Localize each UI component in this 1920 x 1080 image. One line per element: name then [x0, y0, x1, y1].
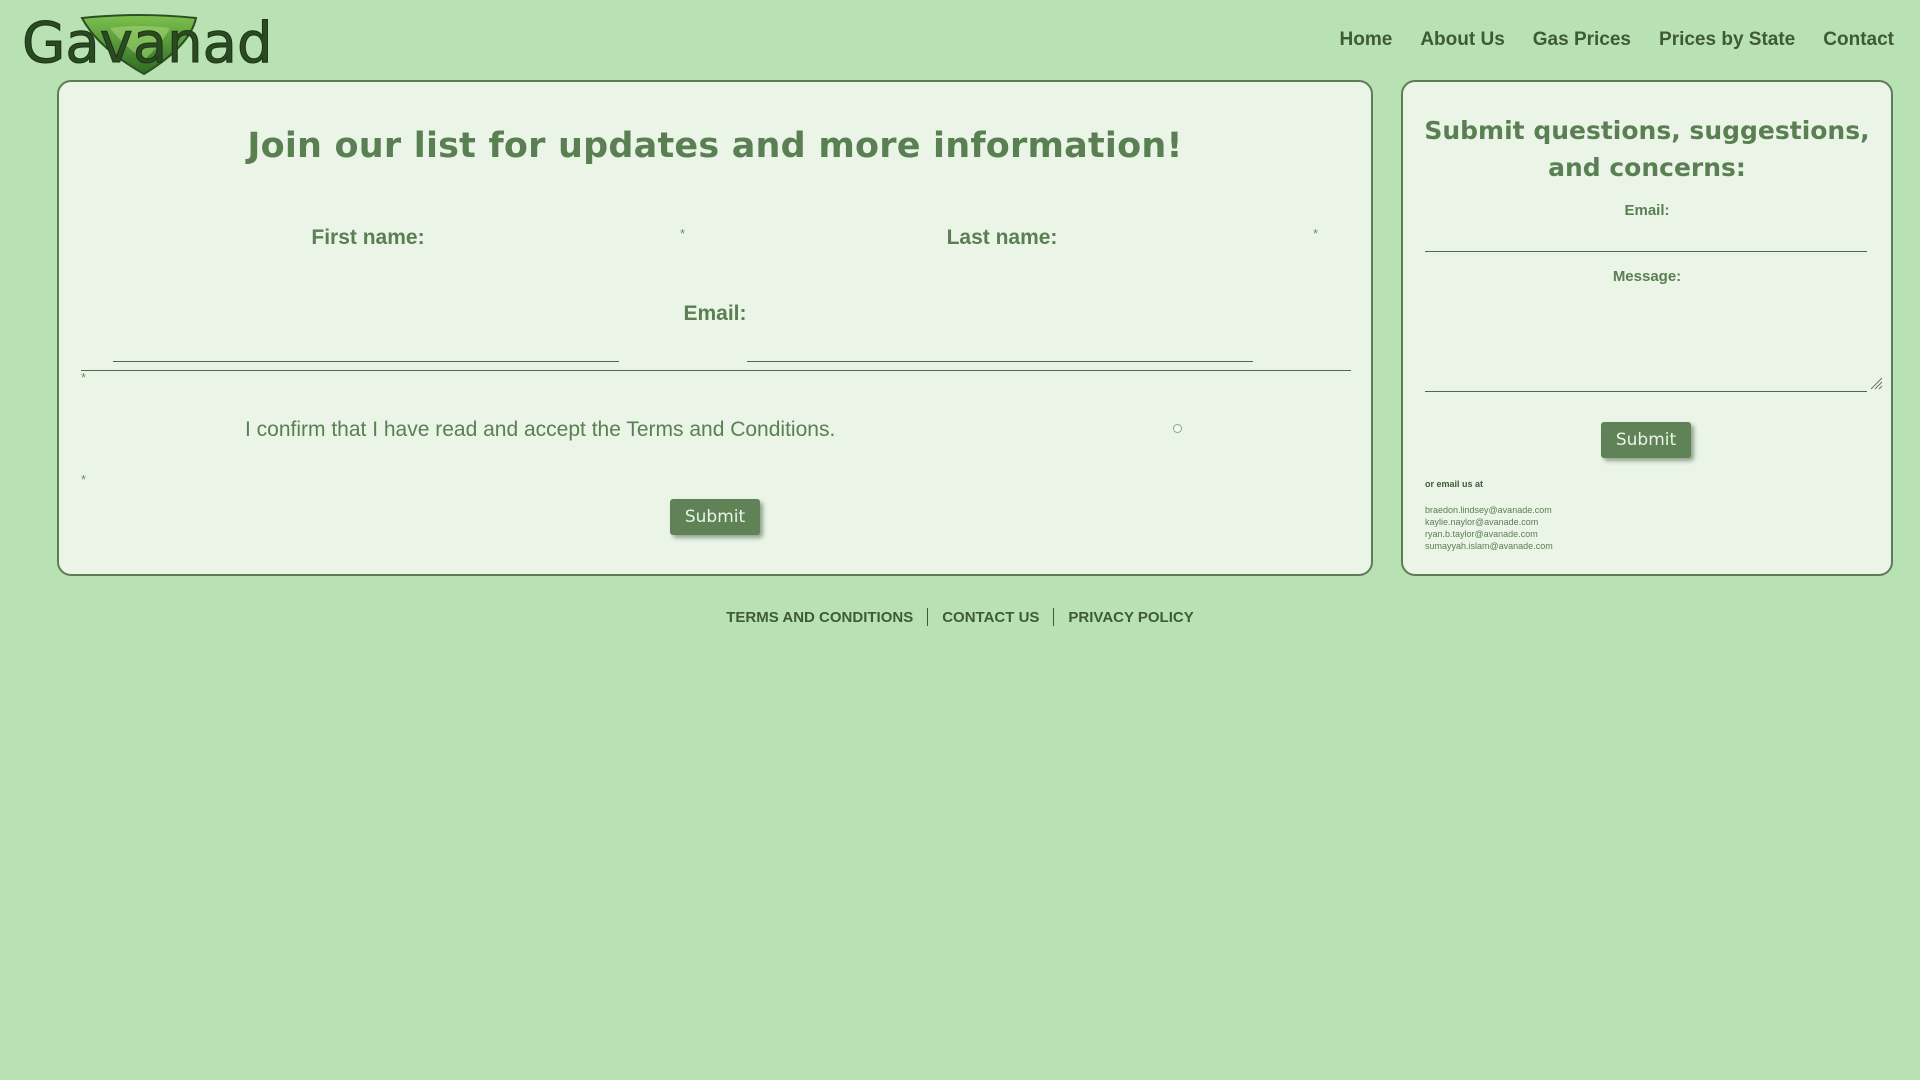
last-name-required-marker: *: [1313, 226, 1319, 241]
footer-privacy-link[interactable]: PRIVACY POLICY: [1054, 609, 1207, 626]
nav-about-us[interactable]: About Us: [1406, 26, 1518, 54]
nav-gas-prices[interactable]: Gas Prices: [1519, 26, 1645, 54]
site-footer: TERMS AND CONDITIONS CONTACT US PRIVACY …: [0, 608, 1920, 626]
contact-submit-button[interactable]: Submit: [1601, 422, 1691, 458]
signup-submit-button[interactable]: Submit: [670, 499, 760, 535]
contact-title: Submit questions, suggestions, and conce…: [1424, 116, 1870, 182]
terms-confirm-label: I confirm that I have read and accept th…: [245, 418, 836, 441]
email-input[interactable]: [81, 338, 1351, 371]
nav-home[interactable]: Home: [1326, 26, 1407, 54]
terms-required-marker: *: [81, 472, 87, 487]
terms-confirm-radio[interactable]: [1173, 424, 1182, 433]
first-name-label: First name:: [311, 226, 425, 249]
footer-terms-link[interactable]: TERMS AND CONDITIONS: [712, 609, 927, 626]
email-link[interactable]: sumayyah.islam@avanade.com: [1425, 540, 1553, 552]
contact-message-textarea[interactable]: [1425, 284, 1867, 392]
email-link[interactable]: ryan.b.taylor@avanade.com: [1425, 528, 1553, 540]
email-link[interactable]: kaylie.naylor@avanade.com: [1425, 516, 1553, 528]
nav-prices-by-state[interactable]: Prices by State: [1645, 26, 1809, 54]
last-name-label: Last name:: [946, 226, 1058, 249]
contact-email-label: Email:: [1624, 202, 1670, 219]
email-link[interactable]: braedon.lindsey@avanade.com: [1425, 504, 1553, 516]
email-list: braedon.lindsey@avanade.com kaylie.naylo…: [1425, 504, 1553, 552]
gavanade-logo[interactable]: Gavanade: [20, 6, 271, 78]
nav-contact[interactable]: Contact: [1809, 26, 1908, 54]
email-label: Email:: [683, 302, 747, 325]
signup-title: Join our list for updates and more infor…: [247, 126, 1183, 166]
site-header: Gavanade Home About Us Gas Prices Prices…: [0, 0, 1920, 80]
contact-message-label: Message:: [1612, 268, 1682, 285]
or-email-text: or email us at: [1425, 479, 1484, 489]
contact-email-input[interactable]: [1425, 222, 1867, 252]
main-nav: Home About Us Gas Prices Prices by State…: [1326, 26, 1908, 54]
email-required-marker: *: [81, 370, 87, 385]
logo-wordmark: Gavanade: [22, 11, 270, 76]
first-name-required-marker: *: [680, 226, 686, 241]
footer-contact-link[interactable]: CONTACT US: [928, 609, 1053, 626]
contact-panel: Submit questions, suggestions, and conce…: [1401, 80, 1893, 576]
resize-grip-icon[interactable]: [1869, 376, 1883, 390]
signup-panel: Join our list for updates and more infor…: [57, 80, 1373, 576]
